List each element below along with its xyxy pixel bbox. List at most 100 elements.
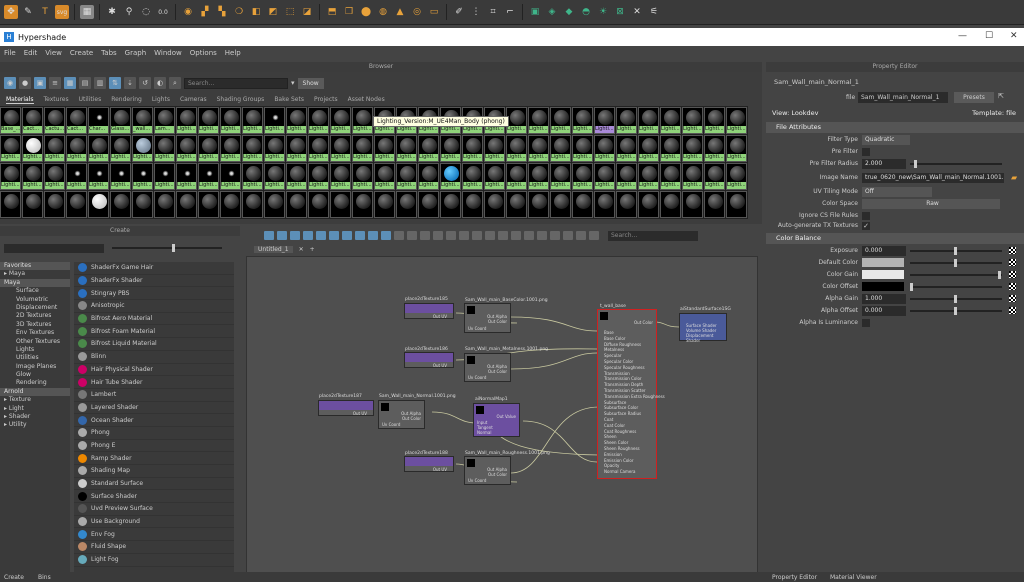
material-swatch[interactable]: Lighti... bbox=[594, 107, 615, 134]
material-swatch[interactable]: Lighti... bbox=[550, 163, 571, 190]
port-out-color[interactable]: Out Color bbox=[488, 369, 507, 374]
create-tree-item[interactable]: Maya bbox=[0, 278, 70, 288]
torus-icon[interactable]: ◎ bbox=[410, 5, 424, 19]
chevron-down-icon[interactable]: ▾ bbox=[291, 79, 295, 87]
node-graph-editor[interactable]: place2dTexture185 Out UV Sam_Wall_main_B… bbox=[246, 256, 758, 576]
list-view-icon[interactable]: ≡ bbox=[49, 77, 61, 89]
graph-tool-icon[interactable] bbox=[563, 231, 573, 240]
graph-tool-icon[interactable] bbox=[277, 231, 287, 240]
material-swatch[interactable]: Lighti... bbox=[44, 135, 65, 162]
material-swatch[interactable]: Lighti... bbox=[264, 107, 285, 134]
map-button-icon[interactable] bbox=[1009, 283, 1016, 290]
material-swatch[interactable]: Lighti... bbox=[352, 191, 373, 218]
port-out-uv[interactable]: Out UV bbox=[433, 314, 447, 319]
material-input-port[interactable]: Transmission Depth bbox=[604, 382, 643, 387]
exposure-field[interactable]: 0.000 bbox=[862, 246, 906, 256]
material-swatch[interactable]: Lighti... bbox=[374, 135, 395, 162]
material-swatch[interactable]: Lam... bbox=[154, 107, 175, 134]
graph-tool-icon[interactable] bbox=[459, 231, 469, 240]
material-swatch[interactable]: Lighti... bbox=[44, 191, 65, 218]
menu-options[interactable]: Options bbox=[190, 49, 217, 57]
material-swatch[interactable]: Glass... bbox=[110, 107, 131, 134]
frame-icon[interactable]: ⌗ bbox=[486, 5, 500, 19]
material-swatch[interactable]: Base_... bbox=[0, 107, 21, 134]
ipr-icon[interactable]: ◈ bbox=[545, 5, 559, 19]
grid-icon[interactable]: ▦ bbox=[80, 5, 94, 19]
svg-icon[interactable]: svg bbox=[55, 5, 69, 19]
material-swatch[interactable]: Lighti... bbox=[528, 191, 549, 218]
graph-tool-icon[interactable] bbox=[303, 231, 313, 240]
graph-tool-icon[interactable] bbox=[355, 231, 365, 240]
tab-materials[interactable]: Materials bbox=[6, 96, 34, 104]
paint-icon[interactable]: ✎ bbox=[21, 5, 35, 19]
material-swatch[interactable]: Lighti... bbox=[0, 163, 21, 190]
material-input-port[interactable]: Emission bbox=[604, 452, 622, 457]
create-node-item[interactable]: Use Background bbox=[74, 516, 234, 529]
sphere-icon[interactable]: ◍ bbox=[376, 5, 390, 19]
port-uv-coord[interactable]: Uv Coord bbox=[468, 478, 486, 483]
color-space-dropdown[interactable]: Raw bbox=[862, 199, 1000, 209]
material-swatch[interactable]: Lighti... bbox=[682, 163, 703, 190]
menu-graph[interactable]: Graph bbox=[125, 49, 146, 57]
map-button-icon[interactable] bbox=[1009, 259, 1016, 266]
material-swatch[interactable]: Lighti... bbox=[484, 135, 505, 162]
create-tree-item[interactable]: ▸ Maya bbox=[0, 270, 70, 278]
material-swatch[interactable]: Lighti... bbox=[198, 191, 219, 218]
uv-icon[interactable]: ⬒ bbox=[325, 5, 339, 19]
node-file-metalness[interactable]: Out Alpha Out Color Uv Coord bbox=[464, 353, 511, 382]
material-swatch[interactable]: Lighti... bbox=[154, 135, 175, 162]
color-offset-swatch[interactable] bbox=[862, 282, 904, 291]
material-swatch[interactable]: Lighti... bbox=[242, 107, 263, 134]
material-swatch[interactable]: Lighti... bbox=[682, 135, 703, 162]
port-out-uv[interactable]: Out UV bbox=[433, 467, 447, 472]
material-swatch[interactable]: Lighti... bbox=[330, 163, 351, 190]
material-swatch[interactable]: Lighti... bbox=[132, 163, 153, 190]
camera-icon[interactable]: ⊠ bbox=[613, 5, 627, 19]
cube-icon[interactable]: ❒ bbox=[342, 5, 356, 19]
port-uv-coord[interactable]: Uv Coord bbox=[382, 422, 400, 427]
material-swatch[interactable]: Lighti... bbox=[616, 135, 637, 162]
create-node-item[interactable]: Env Fog bbox=[74, 528, 234, 542]
material-input-port[interactable]: Subsurface bbox=[604, 400, 626, 405]
light-icon[interactable]: ☀ bbox=[596, 5, 610, 19]
tab-property-editor[interactable]: Property Editor bbox=[772, 574, 817, 581]
material-swatch[interactable]: Lighti... bbox=[704, 135, 725, 162]
material-input-port[interactable]: Sheen Roughness bbox=[604, 446, 640, 451]
graph-tool-icon[interactable] bbox=[589, 231, 599, 240]
port-out-color[interactable]: Out Color bbox=[488, 319, 507, 324]
material-swatch[interactable]: Lighti... bbox=[528, 135, 549, 162]
template-mode[interactable]: Template: file bbox=[972, 109, 1016, 117]
material-swatch[interactable]: Lighti... bbox=[660, 107, 681, 134]
material-input-port[interactable]: Coat bbox=[604, 417, 613, 422]
hook-icon[interactable]: ⌐ bbox=[503, 5, 517, 19]
create-tree-item[interactable]: 2D Textures bbox=[0, 312, 70, 320]
graph-tool-icon[interactable] bbox=[420, 231, 430, 240]
material-input-port[interactable]: Base Color bbox=[604, 336, 625, 341]
material-swatch[interactable]: Lighti... bbox=[176, 135, 197, 162]
create-tree-item[interactable]: ▸ Utility bbox=[0, 421, 70, 429]
create-tree-item[interactable]: ▸ Shader bbox=[0, 413, 70, 421]
render-icon[interactable]: ▣ bbox=[528, 5, 542, 19]
measure-icon[interactable]: ⋮ bbox=[469, 5, 483, 19]
material-swatch[interactable]: Lighti... bbox=[22, 135, 43, 162]
alpha-offset-slider[interactable] bbox=[910, 307, 1002, 315]
material-swatch[interactable]: Lighti... bbox=[418, 163, 439, 190]
pre-filter-checkbox[interactable] bbox=[862, 148, 870, 156]
fill-hole-icon[interactable]: ◪ bbox=[300, 5, 314, 19]
lattice-icon[interactable]: ◌ bbox=[139, 5, 153, 19]
sort-type-icon[interactable]: ⇣ bbox=[124, 77, 136, 89]
tab-cameras[interactable]: Cameras bbox=[180, 96, 207, 103]
tab-untitled[interactable]: Untitled_1 bbox=[254, 245, 293, 253]
node-place2dtexture186[interactable]: Out UV bbox=[404, 352, 454, 368]
create-tree-item[interactable]: Arnold bbox=[0, 387, 70, 397]
port-out-uv[interactable]: Out UV bbox=[353, 411, 367, 416]
port-out-color[interactable]: Out Color bbox=[402, 416, 421, 421]
material-swatch[interactable]: Lighti... bbox=[66, 135, 87, 162]
material-swatch[interactable]: Lighti... bbox=[242, 191, 263, 218]
graph-tool-icon[interactable] bbox=[433, 231, 443, 240]
create-tree-item[interactable]: Env Textures bbox=[0, 329, 70, 337]
material-swatch[interactable]: Lighti... bbox=[638, 163, 659, 190]
material-swatch[interactable]: Lighti... bbox=[308, 107, 329, 134]
menu-tabs[interactable]: Tabs bbox=[101, 49, 117, 57]
browser-search-input[interactable]: Search... bbox=[184, 77, 288, 89]
